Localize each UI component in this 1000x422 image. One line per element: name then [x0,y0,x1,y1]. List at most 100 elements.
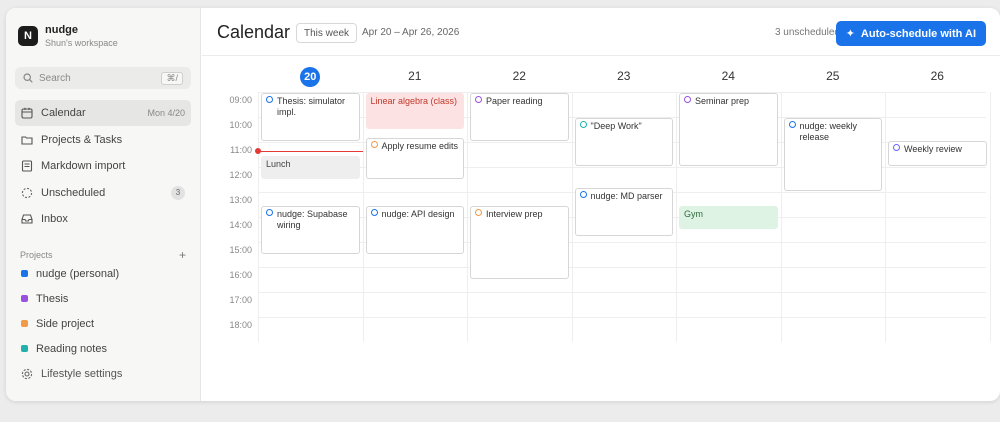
page-title: Calendar [217,22,291,42]
calendar-event[interactable]: "Deep Work" [574,118,673,166]
day-header-22[interactable]: 22 [467,66,572,86]
unscheduled-count-badge: 3 [171,185,185,200]
project-item-nudge[interactable]: nudge (personal) [15,261,191,286]
day-header-25[interactable]: 25 [781,66,886,86]
task-checkbox-icon[interactable] [684,96,691,103]
task-checkbox-icon[interactable] [266,96,273,103]
sidebar: N nudge Shun's workspace Search ⌘/ Calen… [6,8,201,401]
event-title: nudge: weekly release [799,121,858,142]
calendar-event[interactable]: nudge: Supabase wiring [261,205,360,254]
sidebar-item-projects-tasks[interactable]: Projects & Tasks [15,127,191,153]
event-title: Seminar prep [695,96,750,106]
day-header-24[interactable]: 24 [676,66,781,86]
calendar-event[interactable]: Thesis: simulator impl. [261,93,360,141]
sidebar-item-label: Inbox [41,213,68,226]
sidebar-item-unscheduled[interactable]: Unscheduled 3 [15,180,191,206]
hour-label: 15:00 [229,245,252,255]
day-number: 25 [826,69,840,83]
sidebar-item-markdown-import[interactable]: Markdown import [15,153,191,179]
day-number: 21 [408,69,422,83]
workspace-name: Shun's workspace [45,38,118,48]
calendar-event[interactable]: Paper reading [470,93,569,141]
event-title: Lunch [266,158,291,169]
search-icon [23,73,33,83]
auto-schedule-label: Auto-schedule with AI [860,27,976,40]
task-checkbox-icon[interactable] [893,143,900,151]
hour-label: 17:00 [229,295,252,305]
event-title: nudge: API design [381,208,455,219]
project-item-reading-notes[interactable]: Reading notes [15,336,191,361]
calendar-event[interactable]: Seminar prep [679,93,778,166]
project-color-dot [21,345,28,352]
calendar-toolbar: Calendar This week Apr 20 – Apr 26, 2026… [202,8,1000,56]
calendar-event[interactable]: nudge: weekly release [783,118,882,191]
add-project-button[interactable]: + [179,248,186,262]
sidebar-item-label: Projects & Tasks [41,133,123,146]
brand[interactable]: N nudge Shun's workspace [18,24,118,48]
gear-icon [21,368,33,380]
hour-label: 14:00 [229,220,252,230]
task-checkbox-icon[interactable] [579,121,587,128]
task-checkbox-icon[interactable] [788,121,796,128]
day-number: 23 [617,69,631,83]
event-title: Interview prep [486,208,543,219]
range-selector-button[interactable]: This week [296,23,358,43]
calendar-event[interactable]: Interview prep [470,205,569,279]
search-input[interactable]: Search ⌘/ [15,67,191,89]
calendar-event[interactable]: nudge: API design [365,205,464,254]
hour-line [258,292,986,293]
calendar-event[interactable]: Lunch [261,155,360,179]
auto-schedule-ai-button[interactable]: ✦ Auto-schedule with AI [835,21,986,46]
day-number: 22 [512,69,526,83]
task-checkbox-icon[interactable] [370,208,378,216]
task-checkbox-icon[interactable] [370,141,378,148]
task-checkbox-icon[interactable] [475,96,482,103]
projects-section-header: Projects + [20,248,186,262]
project-item-thesis[interactable]: Thesis [15,286,191,311]
event-title: Paper reading [486,96,543,106]
unscheduled-count-label[interactable]: 3 unscheduled [775,27,840,38]
day-number: 24 [721,69,735,83]
day-column-divider [885,92,886,342]
calendar-main: Calendar This week Apr 20 – Apr 26, 2026… [202,8,1000,401]
calendar-event[interactable]: nudge: MD parser [574,188,673,236]
day-column-divider [989,92,991,342]
hour-label: 13:00 [229,195,252,205]
day-header-23[interactable]: 23 [572,66,677,86]
week-grid[interactable]: 09:00 10:00 11:00 12:00 13:00 14:00 15:00 16:00… [202,92,991,342]
project-list: nudge (personal) Thesis Side project Rea… [15,261,191,361]
task-checkbox-icon[interactable] [266,208,273,216]
sidebar-item-calendar[interactable]: Calendar Mon 4/20 [15,100,191,126]
day-headers: 20 21 22 23 24 25 26 [258,66,986,94]
sidebar-item-inbox[interactable]: Inbox [15,206,191,232]
task-checkbox-icon[interactable] [579,191,587,198]
date-range-label: Apr 20 – Apr 26, 2026 [362,27,460,38]
day-column-divider [780,92,782,342]
hour-label: 12:00 [229,170,252,180]
calendar-event[interactable]: Apply resume edits [365,138,464,179]
day-header-26[interactable]: 26 [885,66,990,86]
task-checkbox-icon[interactable] [475,208,482,216]
hour-label: 16:00 [229,270,252,280]
project-item-side-project[interactable]: Side project [15,311,191,336]
project-label: nudge (personal) [36,267,120,280]
import-icon [21,160,33,172]
lifestyle-settings-link[interactable]: Lifestyle settings [21,368,122,380]
sidebar-nav: Calendar Mon 4/20 Projects & Tasks Markd… [15,100,191,233]
hour-line [258,317,986,318]
project-label: Side project [36,317,95,330]
event-title: Linear algebra (class) [370,96,458,106]
day-header-20[interactable]: 20 [258,66,363,87]
calendar-event[interactable]: Weekly review [888,140,987,166]
day-header-21[interactable]: 21 [363,66,468,86]
calendar-event[interactable]: Gym [679,205,778,229]
app-name: nudge [45,24,78,36]
event-title: Apply resume edits [381,141,459,151]
dashed-circle-icon [21,187,33,198]
calendar-event[interactable]: Linear algebra (class) [365,93,464,129]
projects-heading: Projects [20,250,53,260]
event-title: nudge: Supabase wiring [277,208,348,230]
project-color-dot [21,270,28,277]
event-title: Thesis: simulator impl. [277,96,346,117]
nudge-logo-icon: N [18,26,38,46]
